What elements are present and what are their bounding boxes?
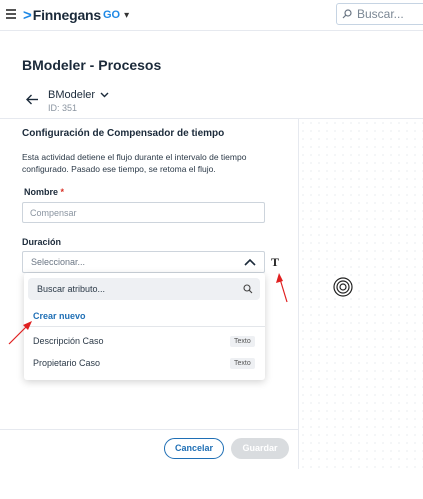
- hamburger-menu-icon[interactable]: [6, 9, 16, 19]
- timer-event-icon[interactable]: [333, 277, 353, 297]
- chevron-down-icon: [100, 92, 109, 98]
- name-label-text: Nombre: [24, 187, 59, 197]
- process-selector[interactable]: BModeler: [48, 89, 109, 101]
- name-field[interactable]: [22, 202, 267, 223]
- attribute-search-input[interactable]: [28, 278, 246, 300]
- panel-divider: [298, 119, 299, 469]
- logo-chevron-icon: >: [23, 6, 32, 24]
- top-bar: > Finnegans GO ▾: [0, 0, 423, 31]
- dropdown-option[interactable]: Descripción Caso: [33, 336, 104, 346]
- name-input[interactable]: [23, 203, 267, 223]
- page-title: BModeler - Procesos: [22, 57, 162, 73]
- global-search-input[interactable]: [355, 6, 423, 22]
- duration-dropdown: Crear nuevo Descripción Caso Texto Propi…: [24, 273, 265, 380]
- attribute-search[interactable]: [28, 278, 260, 300]
- logo-suffix: GO: [102, 9, 121, 21]
- chevron-up-icon[interactable]: [244, 258, 256, 266]
- diagram-canvas[interactable]: [299, 119, 423, 469]
- dropdown-option[interactable]: Propietario Caso: [33, 358, 100, 368]
- search-icon: [243, 284, 253, 294]
- section-title: Configuración de Compensador de tiempo: [22, 128, 225, 139]
- dropdown-divider: [24, 326, 265, 327]
- text-type-icon[interactable]: T: [271, 255, 279, 270]
- search-icon: [342, 9, 352, 19]
- annotation-arrow-icon: [276, 273, 288, 303]
- process-name: BModeler: [48, 89, 96, 101]
- save-button[interactable]: Guardar: [231, 438, 289, 459]
- back-arrow-icon[interactable]: [26, 94, 39, 105]
- footer-divider: [0, 429, 298, 430]
- chevron-down-icon[interactable]: ▾: [124, 10, 129, 21]
- logo-name: Finnegans: [32, 7, 101, 23]
- type-badge: Texto: [230, 358, 255, 369]
- activity-description: Esta actividad detiene el flujo durante …: [22, 152, 247, 174]
- type-badge: Texto: [230, 336, 255, 347]
- create-new-link[interactable]: Crear nuevo: [33, 311, 86, 321]
- app-logo[interactable]: > Finnegans GO ▾: [23, 6, 129, 24]
- required-mark: *: [60, 187, 65, 197]
- global-search[interactable]: [336, 3, 423, 25]
- duration-select-value: Seleccionar...: [31, 257, 86, 267]
- duration-select[interactable]: Seleccionar...: [22, 251, 265, 273]
- cancel-button[interactable]: Cancelar: [164, 438, 224, 459]
- duration-label: Duración: [22, 237, 62, 247]
- annotation-arrow-icon: [8, 321, 32, 345]
- name-label: Nombre *: [24, 187, 64, 197]
- process-id: ID: 351: [48, 103, 78, 113]
